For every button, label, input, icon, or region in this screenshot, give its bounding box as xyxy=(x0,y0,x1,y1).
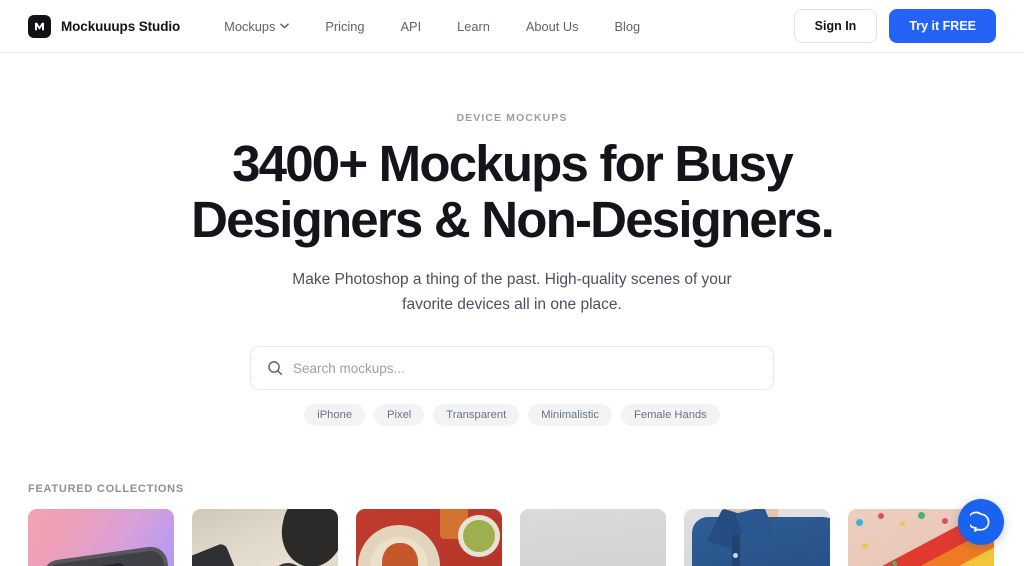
nav-item-label: API xyxy=(400,18,422,34)
site-header: Mockuuups Studio Mockups Pricing API Lea… xyxy=(0,0,1024,53)
nav-item-label: Learn xyxy=(457,18,490,34)
collection-thumbnail xyxy=(192,509,338,566)
chat-bubble-icon xyxy=(970,511,990,532)
search-icon xyxy=(268,361,283,376)
confetti-dot xyxy=(942,518,948,524)
confetti-dot xyxy=(892,561,897,566)
subhead-line-1: Make Photoshop a thing of the past. High… xyxy=(292,271,732,288)
search-box[interactable] xyxy=(250,346,774,390)
search-tag-pixel[interactable]: Pixel xyxy=(374,404,425,426)
chevron-down-icon xyxy=(280,23,290,29)
featured-collections-row xyxy=(28,509,996,566)
confetti-dot xyxy=(878,513,884,519)
collection-thumbnail xyxy=(356,509,502,566)
nav-item-api[interactable]: API xyxy=(383,13,440,40)
search-tag-list: iPhone Pixel Transparent Minimalistic Fe… xyxy=(250,404,774,426)
search-input[interactable] xyxy=(293,360,757,376)
hero-section: DEVICE MOCKUPS 3400+ Mockups for Busy De… xyxy=(0,53,1024,426)
confetti-dot xyxy=(856,519,863,526)
collection-card-blue-shirt[interactable] xyxy=(684,509,830,566)
shirt-button-shape xyxy=(733,553,738,558)
collection-card-wood-desk[interactable] xyxy=(192,509,338,566)
collection-thumbnail xyxy=(28,509,174,566)
nav-item-about-us[interactable]: About Us xyxy=(508,13,597,40)
collection-card-grey-laptop[interactable] xyxy=(520,509,666,566)
phone-shape xyxy=(40,544,174,566)
page-title: 3400+ Mockups for Busy Designers & Non-D… xyxy=(0,136,1024,248)
nav-item-blog[interactable]: Blog xyxy=(597,13,659,40)
nav-item-label: Blog xyxy=(614,18,641,34)
search-tag-female-hands[interactable]: Female Hands xyxy=(621,404,720,426)
m-logo-icon xyxy=(28,14,51,38)
collection-thumbnail xyxy=(684,509,830,566)
brand-name: Mockuuups Studio xyxy=(61,18,181,34)
featured-collections-title: FEATURED COLLECTIONS xyxy=(28,483,184,495)
search-tag-minimalistic[interactable]: Minimalistic xyxy=(528,404,613,426)
collection-card-phone-gradient[interactable] xyxy=(28,509,174,566)
nav-item-mockups[interactable]: Mockups xyxy=(206,13,307,40)
confetti-dot xyxy=(918,512,925,519)
search-section: iPhone Pixel Transparent Minimalistic Fe… xyxy=(250,346,774,426)
nav-item-pricing[interactable]: Pricing xyxy=(307,13,382,40)
confetti-dot xyxy=(900,521,905,526)
subhead-line-2: favorite devices all in one place. xyxy=(402,295,622,313)
placket-shape xyxy=(732,535,740,566)
hero-subheading: Make Photoshop a thing of the past. High… xyxy=(272,268,752,317)
brand-logo-link[interactable]: Mockuuups Studio xyxy=(28,14,181,38)
guacamole-bowl-shape xyxy=(458,515,500,557)
search-tag-iphone[interactable]: iPhone xyxy=(304,404,366,426)
collection-card-food-table[interactable] xyxy=(356,509,502,566)
search-tag-transparent[interactable]: Transparent xyxy=(433,404,520,426)
nav-item-label: Pricing xyxy=(325,18,365,34)
headline-line-1: 3400+ Mockups for Busy xyxy=(232,135,794,192)
nav-item-label: About Us xyxy=(525,18,579,34)
tablet-shape xyxy=(192,542,248,566)
chat-widget-button[interactable] xyxy=(958,499,1004,545)
nav-item-learn[interactable]: Learn xyxy=(439,13,508,40)
main-nav: Mockups Pricing API Learn About Us Blog xyxy=(206,13,658,40)
sign-in-button[interactable]: Sign In xyxy=(793,9,878,43)
try-it-free-button[interactable]: Try it FREE xyxy=(889,9,996,43)
nav-item-label: Mockups xyxy=(224,18,276,34)
headline-line-2: Designers & Non-Designers. xyxy=(191,191,835,248)
shadow-shape xyxy=(274,509,338,566)
featured-collections-section: FEATURED COLLECTIONS xyxy=(0,483,1024,566)
header-actions: Sign In Try it FREE xyxy=(793,9,996,43)
confetti-dot xyxy=(862,543,868,549)
hero-eyebrow: DEVICE MOCKUPS xyxy=(456,112,568,124)
collection-thumbnail xyxy=(520,509,666,566)
page-root: Mockuuups Studio Mockups Pricing API Lea… xyxy=(0,0,1024,566)
